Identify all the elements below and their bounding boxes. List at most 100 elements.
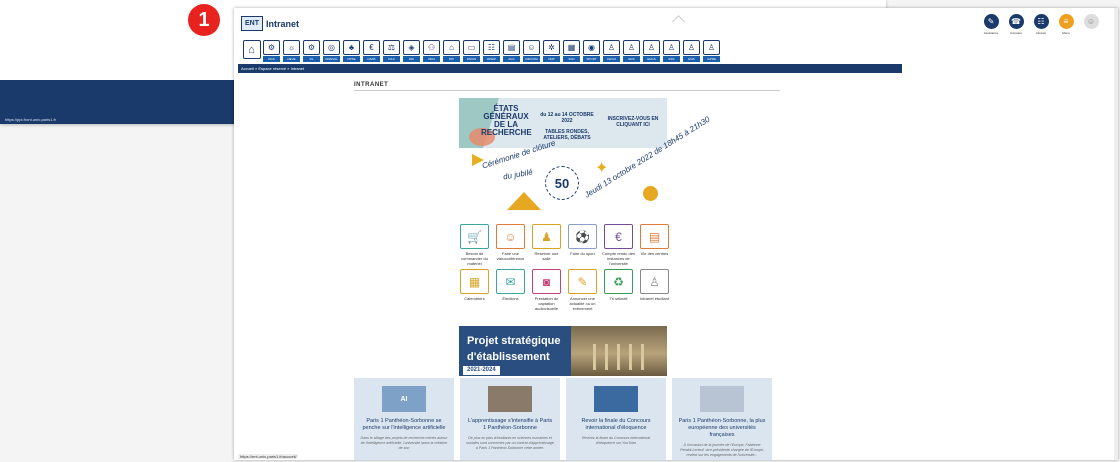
nav-item-label: EMS: [683, 56, 700, 62]
quick-links-row: 🛒 Besoin de commander du matériel ☺ Faire u…: [458, 224, 672, 266]
breadcrumb[interactable]: Accueil » Espace réservé » Intranet: [238, 64, 902, 73]
nav-item-label: DDP: [543, 56, 560, 62]
nav-item-label: DAFB: [363, 56, 380, 62]
service-icon: ♙: [603, 40, 620, 55]
news-card[interactable]: Revoir la finale du Concours internation…: [566, 378, 666, 460]
home-button[interactable]: ⌂: [242, 40, 261, 62]
background-status-url: https://ppi-front.univ-paris1.fr: [5, 117, 56, 122]
banner-projet-strategique[interactable]: Projet stratégique d'établissement 2021-…: [459, 326, 667, 376]
chevron-up-icon[interactable]: [672, 15, 685, 28]
tri-selectif-icon: ♻: [604, 269, 633, 294]
service-icon: ⚇: [423, 40, 440, 55]
menu-label: Menu: [1062, 31, 1070, 35]
nav-item-ems[interactable]: ♙ EMS: [683, 40, 700, 62]
quick-link-elections[interactable]: ✉ Élections: [494, 269, 527, 311]
quick-link-label: Élections: [502, 296, 519, 301]
news-card[interactable]: L'apprentissage s'intensifie à Paris 1 P…: [460, 378, 560, 460]
assistance-label: Assistance: [983, 31, 999, 35]
user-button[interactable]: ☺: [1082, 14, 1100, 35]
service-icon: ⚙: [263, 40, 280, 55]
banner-jubile[interactable]: Cérémonie de clôture du jubilé 50 ✦ Jeud…: [459, 115, 712, 218]
quick-link-prestation-captation[interactable]: ◙ Prestation de captation audiovisuelle: [530, 269, 563, 311]
quick-link-reserver-salle[interactable]: ♟ Réserver une salle: [530, 224, 563, 266]
nav-item-dpeip[interactable]: ☷ DPEIP: [483, 40, 500, 62]
news-card-description: Revivez la finale du Concours internatio…: [581, 436, 651, 445]
service-icon: ♙: [663, 40, 680, 55]
news-card-description: À l'occasion de la journée de l'Europe, …: [680, 443, 764, 457]
quick-link-label: Réserver une salle: [534, 251, 559, 261]
quick-link-label: Vie des centres: [640, 251, 669, 256]
quick-link-visioconference[interactable]: ☺ Faire une visioconférence: [494, 224, 527, 266]
besoin-materiel-icon: 🛒: [460, 224, 489, 249]
quick-link-besoin-materiel[interactable]: 🛒 Besoin de commander du matériel: [458, 224, 491, 266]
nav-item-label: SCD: [563, 56, 580, 62]
intranet-button[interactable]: ☷ Intranet: [1032, 14, 1050, 35]
nav-item-cevui[interactable]: ♙ CEVUI: [603, 40, 620, 62]
nav-item-ddp[interactable]: ✲ DDP: [543, 40, 560, 62]
news-card[interactable]: Paris 1 Panthéon-Sorbonne, la plus europ…: [672, 378, 772, 460]
nav-item-dri[interactable]: ◈ DRI: [403, 40, 420, 62]
news-card-image: AI: [382, 386, 426, 412]
service-nav: ⌂ ⚙ DGS ☼ DEVE ⚙ DL ◎ DIREVAL ♣ DPSE € DAFB ⚖ DAJI ◈ DR…: [242, 40, 720, 62]
quick-link-calendriers[interactable]: ▦ Calendriers: [458, 269, 491, 311]
service-icon: ⚙: [303, 40, 320, 55]
menu-button[interactable]: ≡ Menu: [1057, 14, 1075, 35]
service-icon: ♙: [703, 40, 720, 55]
quick-link-compte-rendu[interactable]: € Compte rendu des instances de l'univers…: [602, 224, 635, 266]
scrollbar[interactable]: [1114, 8, 1118, 460]
nav-item-dpse[interactable]: ♣ DPSE: [343, 40, 360, 62]
nav-item-dafb[interactable]: € DAFB: [363, 40, 380, 62]
nav-item-label: DL: [303, 56, 320, 62]
ent-logo-text: Intranet: [266, 18, 300, 29]
quick-link-tri-selectif[interactable]: ♻ Tri sélectif: [602, 269, 635, 311]
banner-date: du 12 au 14 OCTOBRE 2022: [540, 112, 594, 124]
service-icon: ✲: [543, 40, 560, 55]
quick-link-label: Prestation de captation audiovisuelle: [534, 296, 559, 311]
quick-link-label: Annoncer une actualité ou un évènement: [569, 296, 596, 311]
banner-etats-generaux[interactable]: ÉTATS GÉNÉRAUX DE LA RECHERCHE du 12 au …: [459, 98, 667, 148]
nav-item-label: DRI: [403, 56, 420, 62]
service-icon: ▦: [563, 40, 580, 55]
annuaire-button[interactable]: ☎ Annuaire: [1007, 14, 1025, 35]
quick-link-faire-du-sport[interactable]: ⚽ Faire du sport: [566, 224, 599, 266]
nav-item-dsiun[interactable]: ▭ DSIUN: [463, 40, 480, 62]
nav-item-eds[interactable]: ♙ EDS: [623, 40, 640, 62]
nav-item-dpi[interactable]: ⌂ DPI: [443, 40, 460, 62]
annuaire-label: Annuaire: [1009, 31, 1022, 35]
nav-item-label: DAJI: [383, 56, 400, 62]
news-card-image: [700, 386, 744, 412]
nav-item-label: DPI: [443, 56, 460, 62]
assistance-button[interactable]: ✎ Assistance: [982, 14, 1000, 35]
nav-item-scd[interactable]: ▦ SCD: [563, 40, 580, 62]
visioconference-icon: ☺: [496, 224, 525, 249]
nav-item-label: EDGS: [643, 56, 660, 62]
nav-item-daji[interactable]: ⚖ DAJI: [383, 40, 400, 62]
nav-item-agc[interactable]: ▤ AGC: [503, 40, 520, 62]
nav-item-iapre[interactable]: ♙ IAPRE: [703, 40, 720, 62]
nav-item-ess[interactable]: ♙ ESS: [663, 40, 680, 62]
quick-link-label: Intranet étudiant: [640, 296, 669, 301]
news-card-title: Revoir la finale du Concours internation…: [581, 418, 651, 431]
news-card-description: Dans le sillage des projets de recherche…: [360, 436, 448, 450]
nav-item-deve[interactable]: ☼ DEVE: [283, 40, 300, 62]
nav-item-dircom[interactable]: ☺ DIRCOM: [523, 40, 540, 62]
nav-item-edgs[interactable]: ♙ EDGS: [643, 40, 660, 62]
ent-logo[interactable]: ENT Intranet: [241, 16, 299, 31]
quick-link-annoncer-actualite[interactable]: ✎ Annoncer une actualité ou un évènement: [566, 269, 599, 311]
quick-links-row: ▦ Calendriers ✉ Élections ◙ Prestation de cap…: [458, 269, 672, 311]
quick-link-label: Tri sélectif: [609, 296, 628, 301]
banner-title: ÉTATS GÉNÉRAUX DE LA RECHERCHE: [481, 104, 532, 137]
nav-item-dgs[interactable]: ⚙ DGS: [263, 40, 280, 62]
quick-link-vie-centres[interactable]: ▤ Vie des centres: [638, 224, 671, 266]
nav-item-drh[interactable]: ⚇ DRH: [423, 40, 440, 62]
nav-item-sport[interactable]: ◉ SPORT: [583, 40, 600, 62]
news-card-title: Paris 1 Panthéon-Sorbonne se penche sur …: [362, 418, 446, 431]
intranet-window: ENT Intranet ✎ Assistance ☎ Annuaire ☷ Intran…: [234, 8, 1118, 460]
nav-item-dl[interactable]: ⚙ DL: [303, 40, 320, 62]
anniversary-seal: 50: [545, 166, 579, 200]
nav-item-direval[interactable]: ◎ DIREVAL: [323, 40, 340, 62]
service-icon: ⌂: [443, 40, 460, 55]
nav-item-label: EDS: [623, 56, 640, 62]
news-card[interactable]: AI Paris 1 Panthéon-Sorbonne se penche su…: [354, 378, 454, 460]
quick-link-intranet-etudiant[interactable]: ♙ Intranet étudiant: [638, 269, 671, 311]
